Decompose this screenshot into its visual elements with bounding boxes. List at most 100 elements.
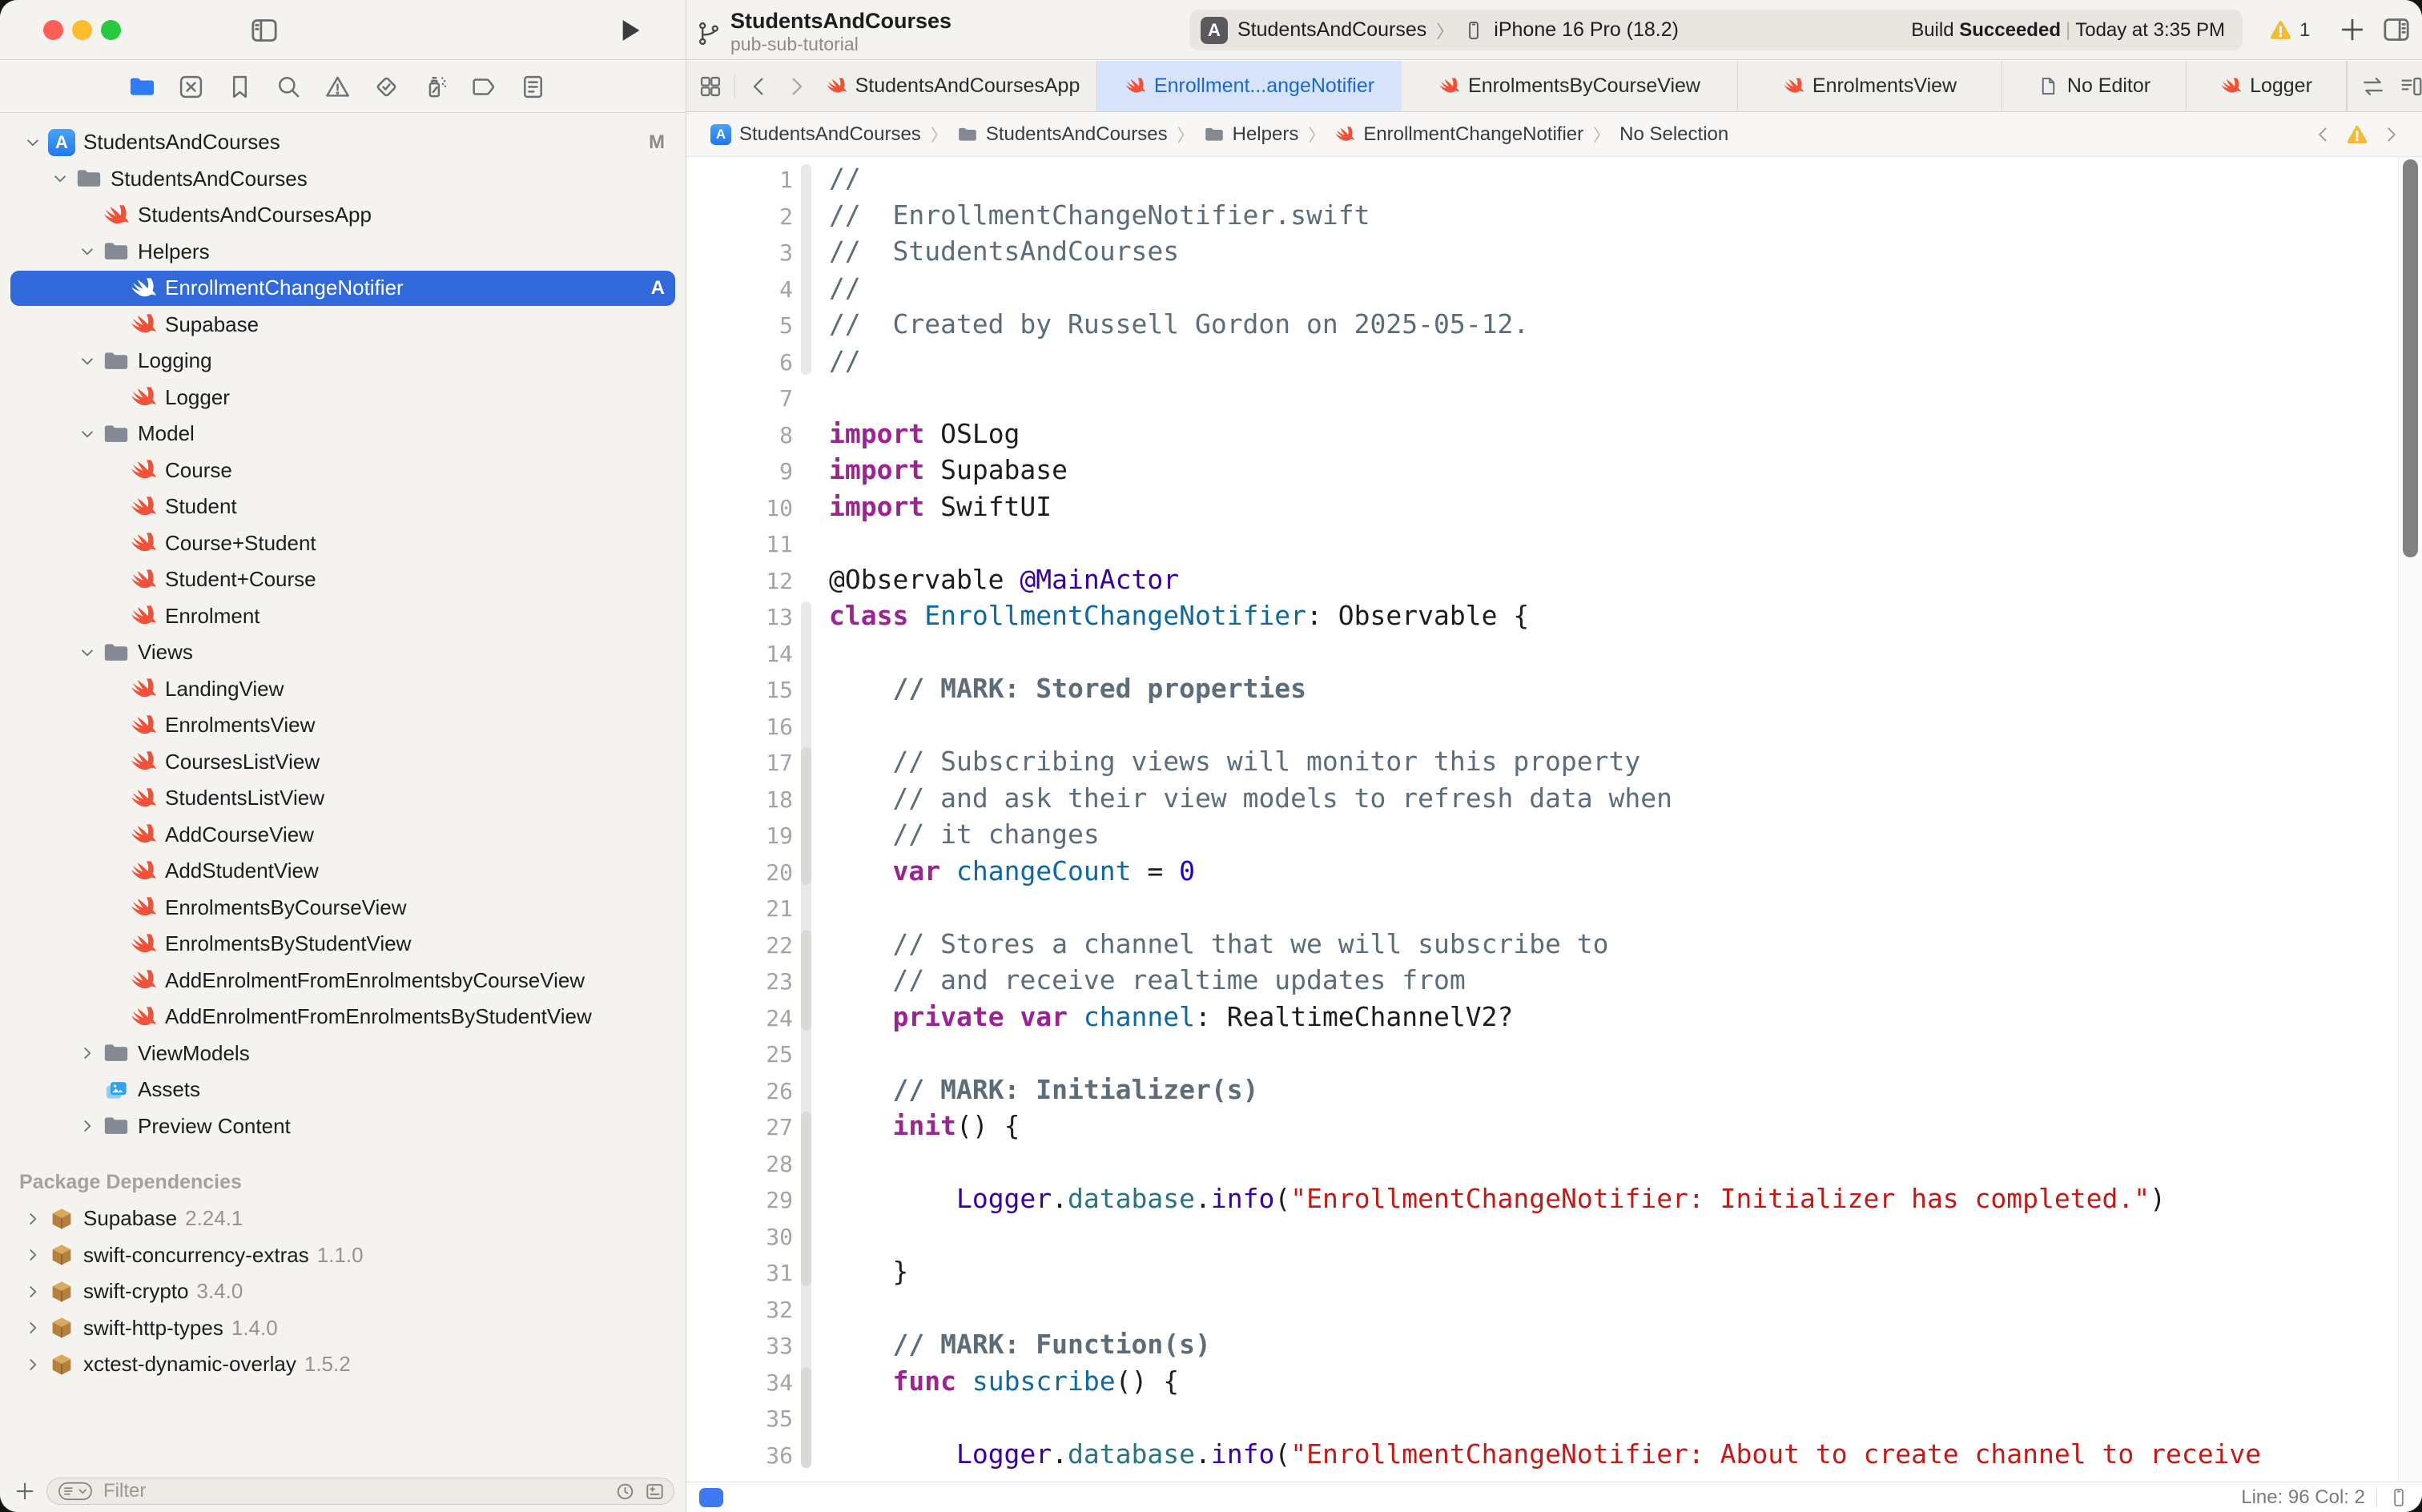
sidebar-item-addstudentview[interactable]: AddStudentView bbox=[0, 853, 686, 890]
code-line-15[interactable]: 15 // MARK: Stored properties bbox=[686, 670, 2395, 707]
sidebar-toggle-icon[interactable] bbox=[248, 14, 280, 46]
code-line-13[interactable]: 13class EnrollmentChangeNotifier: Observ… bbox=[686, 597, 2395, 634]
sidebar-item-logging[interactable]: Logging bbox=[0, 343, 686, 380]
sidebar-item-enrolmentsbystudentview[interactable]: EnrolmentsByStudentView bbox=[0, 926, 686, 963]
sidebar-item-student[interactable]: Student bbox=[0, 489, 686, 525]
device-preview-icon[interactable] bbox=[2388, 1486, 2409, 1510]
run-button[interactable] bbox=[614, 14, 646, 46]
source-editor[interactable]: 1//2// EnrollmentChangeNotifier.swift3//… bbox=[686, 157, 2422, 1482]
code-line-2[interactable]: 2// EnrollmentChangeNotifier.swift bbox=[686, 197, 2395, 234]
code-line-7[interactable]: 7 bbox=[686, 379, 2395, 416]
project-navigator-icon[interactable] bbox=[128, 73, 156, 101]
code-line-12[interactable]: 12@Observable @MainActor bbox=[686, 561, 2395, 598]
breadcrumb-enrollmentchangenotifier[interactable]: EnrollmentChangeNotifier bbox=[1334, 123, 1583, 146]
code-line-3[interactable]: 3// StudentsAndCourses bbox=[686, 233, 2395, 270]
scheme-selector[interactable]: A StudentsAndCourses 〉 iPhone 16 Pro (18… bbox=[1189, 10, 2243, 50]
breadcrumb-helpers[interactable]: Helpers bbox=[1204, 123, 1299, 146]
code-line-21[interactable]: 21 bbox=[686, 889, 2395, 926]
tab-no-editor[interactable]: No Editor bbox=[2002, 61, 2187, 111]
run-destination[interactable]: iPhone 16 Pro (18.2) bbox=[1494, 18, 1679, 42]
chevron-down-icon[interactable] bbox=[45, 165, 75, 192]
warning-indicator[interactable]: 1 bbox=[2268, 18, 2310, 42]
breadcrumb-no-selection[interactable]: No Selection bbox=[1619, 123, 1728, 146]
source-control-navigator-icon[interactable] bbox=[177, 73, 205, 101]
code-line-34[interactable]: 34 func subscribe() { bbox=[686, 1363, 2395, 1400]
breakpoint-indicator[interactable] bbox=[699, 1488, 723, 1507]
bookmarks-navigator-icon[interactable] bbox=[226, 73, 254, 101]
chevron-down-icon[interactable] bbox=[18, 129, 48, 156]
scrollbar-thumb[interactable] bbox=[2403, 159, 2418, 557]
chevron-right-icon[interactable] bbox=[18, 1351, 48, 1378]
build-status[interactable]: Build Succeeded|Today at 3:35 PM bbox=[1911, 19, 2225, 42]
code-line-31[interactable]: 31 } bbox=[686, 1253, 2395, 1290]
breadcrumb-studentsandcourses[interactable]: StudentsAndCourses bbox=[957, 123, 1168, 146]
sidebar-item-logger[interactable]: Logger bbox=[0, 380, 686, 416]
scheme-name[interactable]: StudentsAndCourses bbox=[1237, 18, 1426, 42]
find-navigator-icon[interactable] bbox=[275, 73, 303, 101]
minimize-window-button[interactable] bbox=[72, 20, 92, 40]
issue-warning-icon[interactable] bbox=[2345, 123, 2369, 147]
chevron-down-icon[interactable] bbox=[72, 348, 103, 375]
code-line-9[interactable]: 9import Supabase bbox=[686, 452, 2395, 489]
sidebar-item-addenrolmentfromenrolmentsbycourseview[interactable]: AddEnrolmentFromEnrolmentsbyCourseView bbox=[0, 963, 686, 999]
chevron-right-icon[interactable] bbox=[18, 1205, 48, 1233]
code-line-10[interactable]: 10import SwiftUI bbox=[686, 489, 2395, 525]
code-line-26[interactable]: 26 // MARK: Initializer(s) bbox=[686, 1072, 2395, 1108]
tab-enrolmentsbycourseview[interactable]: EnrolmentsByCourseView bbox=[1402, 61, 1738, 111]
sidebar-item-enrollmentchangenotifier[interactable]: EnrollmentChangeNotifierA bbox=[0, 270, 686, 307]
code-line-19[interactable]: 19 // it changes bbox=[686, 816, 2395, 853]
source-control-filter-icon[interactable] bbox=[644, 1481, 666, 1502]
package-item-swift-http-types[interactable]: swift-http-types1.4.0 bbox=[0, 1310, 686, 1347]
chevron-down-icon[interactable] bbox=[72, 238, 103, 265]
code-line-6[interactable]: 6// bbox=[686, 343, 2395, 380]
inspector-toggle-icon[interactable] bbox=[2380, 14, 2412, 46]
code-line-8[interactable]: 8import OSLog bbox=[686, 416, 2395, 452]
sidebar-item-course[interactable]: Course bbox=[0, 452, 686, 489]
chevron-right-icon[interactable] bbox=[72, 1112, 103, 1140]
sidebar-item-studentsandcourses[interactable]: AStudentsAndCoursesM bbox=[0, 124, 686, 161]
sidebar-item-addenrolmentfromenrolmentsbystudentview[interactable]: AddEnrolmentFromEnrolmentsByStudentView bbox=[0, 999, 686, 1035]
code-line-33[interactable]: 33 // MARK: Function(s) bbox=[686, 1326, 2395, 1363]
package-item-swift-crypto[interactable]: swift-crypto3.4.0 bbox=[0, 1273, 686, 1310]
editor-scrollbar[interactable] bbox=[2398, 157, 2422, 1482]
previous-issue-icon[interactable] bbox=[2313, 124, 2334, 145]
sidebar-item-helpers[interactable]: Helpers bbox=[0, 234, 686, 271]
sidebar-item-courseslistview[interactable]: CoursesListView bbox=[0, 744, 686, 781]
sidebar-item-enrolmentsbycourseview[interactable]: EnrolmentsByCourseView bbox=[0, 890, 686, 927]
sidebar-item-course+student[interactable]: Course+Student bbox=[0, 525, 686, 562]
sidebar-item-enrolmentsview[interactable]: EnrolmentsView bbox=[0, 707, 686, 744]
code-line-14[interactable]: 14 bbox=[686, 634, 2395, 671]
chevron-right-icon[interactable] bbox=[18, 1278, 48, 1305]
tab-studentsandcoursesapp[interactable]: StudentsAndCoursesApp bbox=[809, 61, 1097, 111]
tests-navigator-icon[interactable] bbox=[372, 73, 400, 101]
code-line-35[interactable]: 35 bbox=[686, 1399, 2395, 1436]
breadcrumb-studentsandcourses[interactable]: AStudentsAndCourses bbox=[710, 123, 921, 146]
code-line-30[interactable]: 30 bbox=[686, 1217, 2395, 1254]
code-line-32[interactable]: 32 bbox=[686, 1290, 2395, 1327]
swap-editor-icon[interactable] bbox=[2360, 74, 2386, 99]
next-issue-icon[interactable] bbox=[2380, 124, 2401, 145]
code-line-18[interactable]: 18 // and ask their view models to refre… bbox=[686, 780, 2395, 817]
minimap-options-icon[interactable] bbox=[2399, 74, 2422, 99]
sidebar-item-student+course[interactable]: Student+Course bbox=[0, 561, 686, 598]
code-line-16[interactable]: 16 bbox=[686, 707, 2395, 744]
code-line-27[interactable]: 27 init() { bbox=[686, 1108, 2395, 1144]
breakpoints-navigator-icon[interactable] bbox=[470, 73, 498, 101]
recent-files-icon[interactable] bbox=[614, 1481, 636, 1502]
package-item-xctest-dynamic-overlay[interactable]: xctest-dynamic-overlay1.5.2 bbox=[0, 1346, 686, 1383]
sidebar-item-model[interactable]: Model bbox=[0, 416, 686, 452]
debug-navigator-icon[interactable] bbox=[421, 73, 449, 101]
sidebar-item-landingview[interactable]: LandingView bbox=[0, 671, 686, 708]
reports-navigator-icon[interactable] bbox=[519, 73, 547, 101]
code-line-4[interactable]: 4// bbox=[686, 270, 2395, 307]
zoom-window-button[interactable] bbox=[101, 20, 121, 40]
code-line-11[interactable]: 11 bbox=[686, 525, 2395, 561]
code-line-17[interactable]: 17 // Subscribing views will monitor thi… bbox=[686, 743, 2395, 780]
code-line-24[interactable]: 24 private var channel: RealtimeChannelV… bbox=[686, 999, 2395, 1035]
filter-input[interactable] bbox=[103, 1480, 606, 1502]
sidebar-item-views[interactable]: Views bbox=[0, 634, 686, 671]
sidebar-item-assets[interactable]: Assets bbox=[0, 1072, 686, 1108]
code-line-22[interactable]: 22 // Stores a channel that we will subs… bbox=[686, 926, 2395, 963]
add-item-icon[interactable] bbox=[13, 1479, 37, 1503]
package-item-swift-concurrency-extras[interactable]: swift-concurrency-extras1.1.0 bbox=[0, 1237, 686, 1274]
